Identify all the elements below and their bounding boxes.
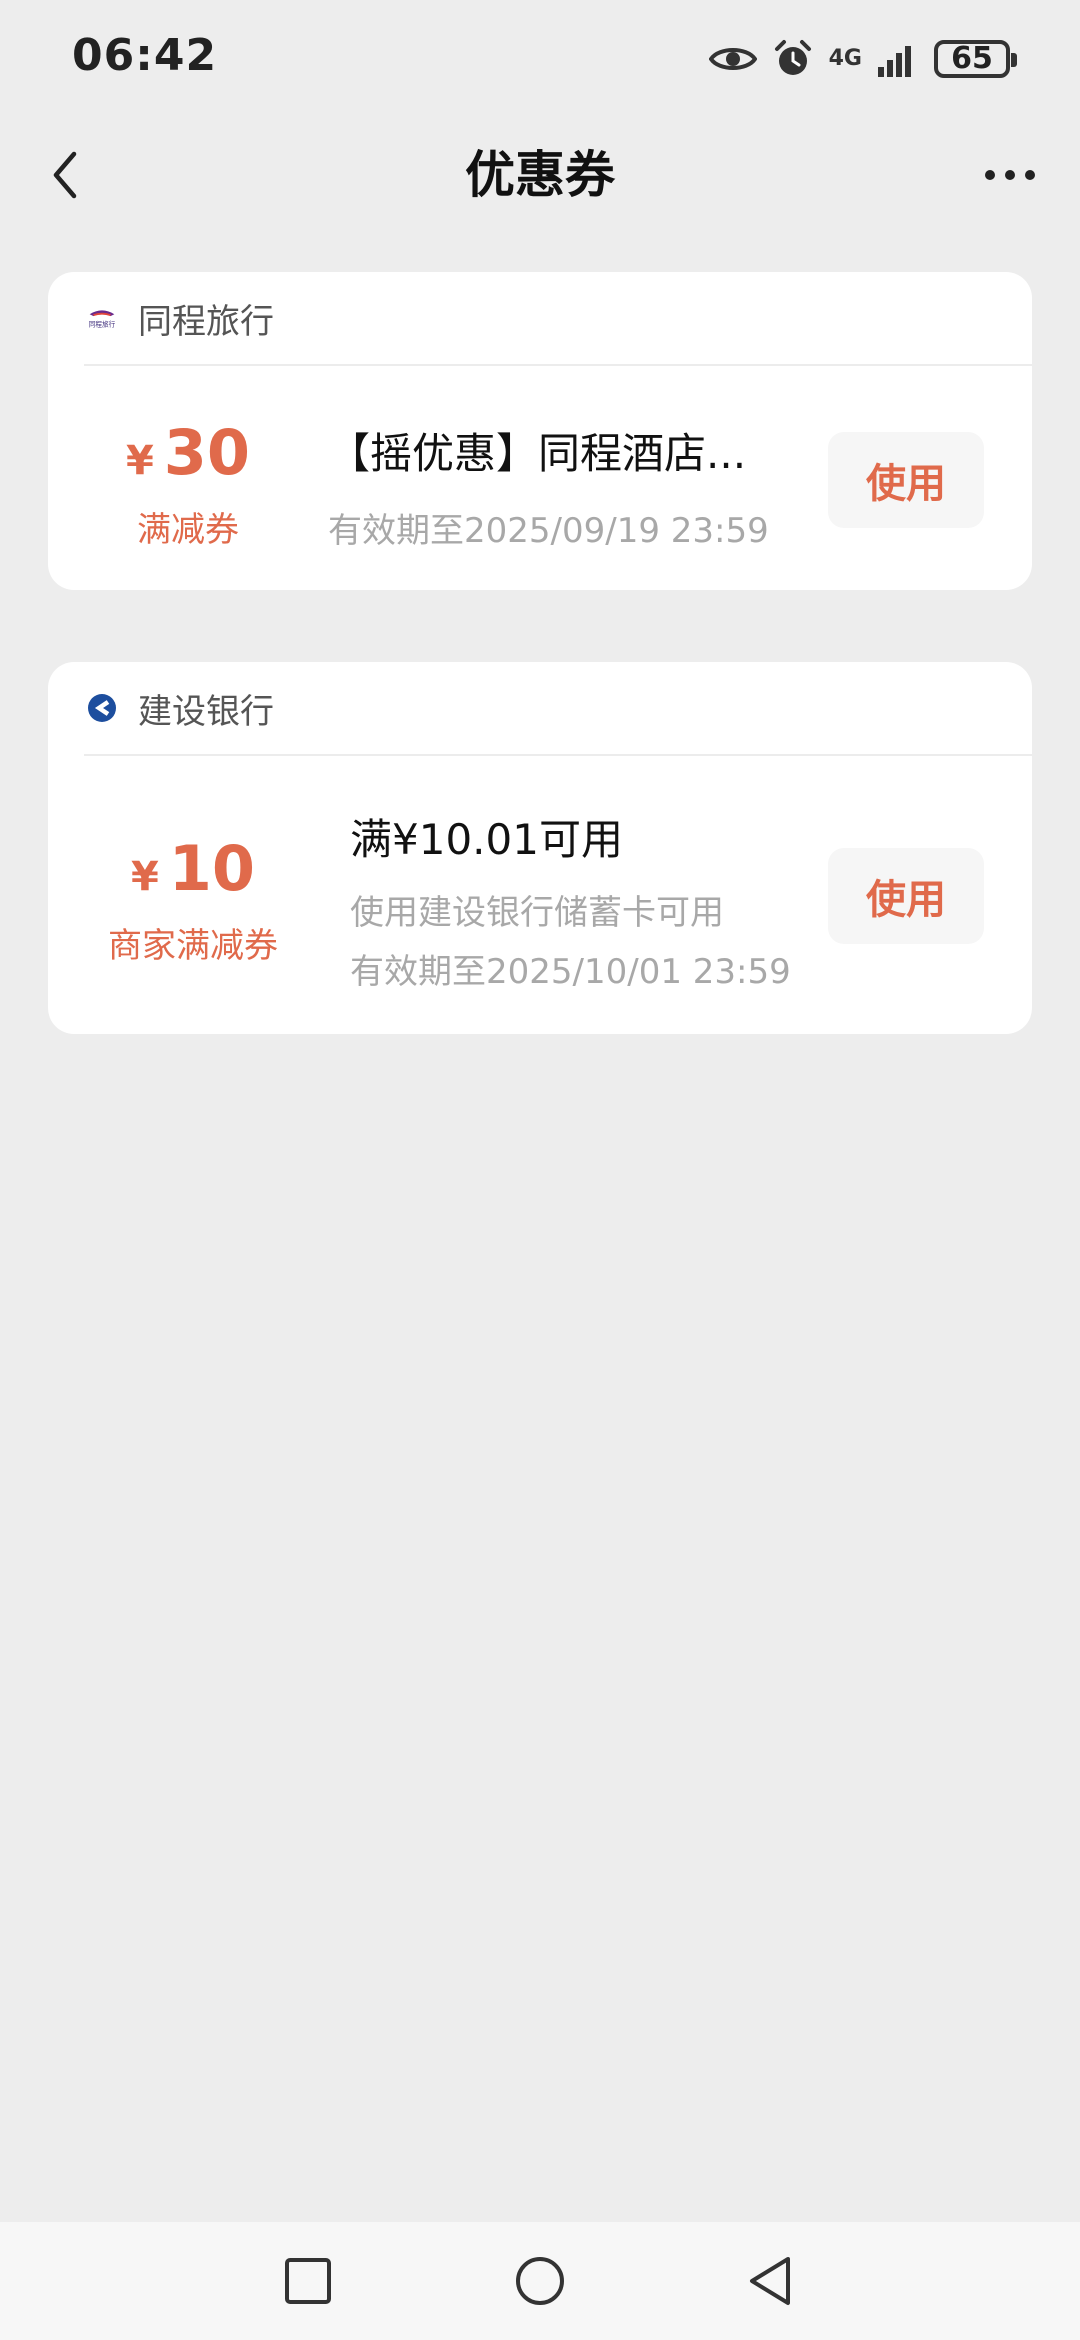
recents-button[interactable] [273,2246,343,2316]
currency-symbol: ¥ [130,854,159,900]
card-header: 建设银行 [84,662,1032,756]
currency-symbol: ¥ [125,438,154,484]
battery-icon: 65 [934,40,1017,78]
back-triangle-icon [750,2257,790,2305]
tongcheng-logo-icon: 同程旅行 [84,300,120,336]
brand-name: 建设银行 [138,691,274,732]
coupon-expiry: 有效期至2025/09/19 23:59 [328,511,769,551]
amount-value: 10 [168,832,256,905]
more-button[interactable] [970,140,1050,210]
brand-name: 同程旅行 [138,301,274,342]
battery-level: 65 [951,41,993,76]
status-bar: 06:42 4G 65 [0,0,1080,120]
alarm-icon [773,39,813,79]
signal-icon [878,41,918,77]
coupon-info: 满¥10.01可用 使用建设银行储蓄卡可用 有效期至2025/10/01 23:… [350,806,791,993]
coupon-title: 满¥10.01可用 [350,815,623,864]
more-dot [1025,170,1035,180]
coupon-type: 商家满减券 [108,926,278,966]
coupon-card: 同程旅行 同程旅行 ¥ 30 满减券 【摇优惠】同程酒店... 有效期至2025… [48,272,1032,590]
coupon-type: 满减券 [137,510,239,550]
ccb-logo-icon [84,690,120,726]
use-button[interactable]: 使用 [828,432,984,528]
amount-value: 30 [163,416,251,489]
network-label: 4G [828,46,862,71]
coupon-amount: ¥ 10 商家满减券 [88,838,298,967]
home-button[interactable] [505,2246,575,2316]
coupon-page: 06:42 4G 65 优惠券 同程旅行 同程旅行 ¥ 30 满减券 【摇优惠】… [0,0,1080,2340]
card-header: 同程旅行 同程旅行 [84,272,1032,366]
more-dot [1005,170,1015,180]
eye-icon [708,43,757,75]
use-button[interactable]: 使用 [828,848,984,944]
coupon-info: 【摇优惠】同程酒店... 有效期至2025/09/19 23:59 [328,420,769,552]
recents-square-icon [285,2258,331,2304]
nav-back-button[interactable] [735,2246,805,2316]
coupon-card: 建设银行 ¥ 10 商家满减券 满¥10.01可用 使用建设银行储蓄卡可用 有效… [48,662,1032,1034]
coupon-amount: ¥ 30 满减券 [88,422,288,551]
header: 优惠券 [0,120,1080,230]
page-title: 优惠券 [465,146,615,204]
system-nav-bar [0,2222,1080,2340]
svg-text:同程旅行: 同程旅行 [89,320,116,329]
coupon-title: 【摇优惠】同程酒店... [328,429,747,478]
more-dot [985,170,995,180]
coupon-condition: 使用建设银行储蓄卡可用 [350,893,724,933]
home-circle-icon [516,2257,564,2305]
status-icons: 4G 65 [708,34,1017,84]
status-time: 06:42 [72,30,218,81]
coupon-expiry: 有效期至2025/10/01 23:59 [350,952,791,992]
